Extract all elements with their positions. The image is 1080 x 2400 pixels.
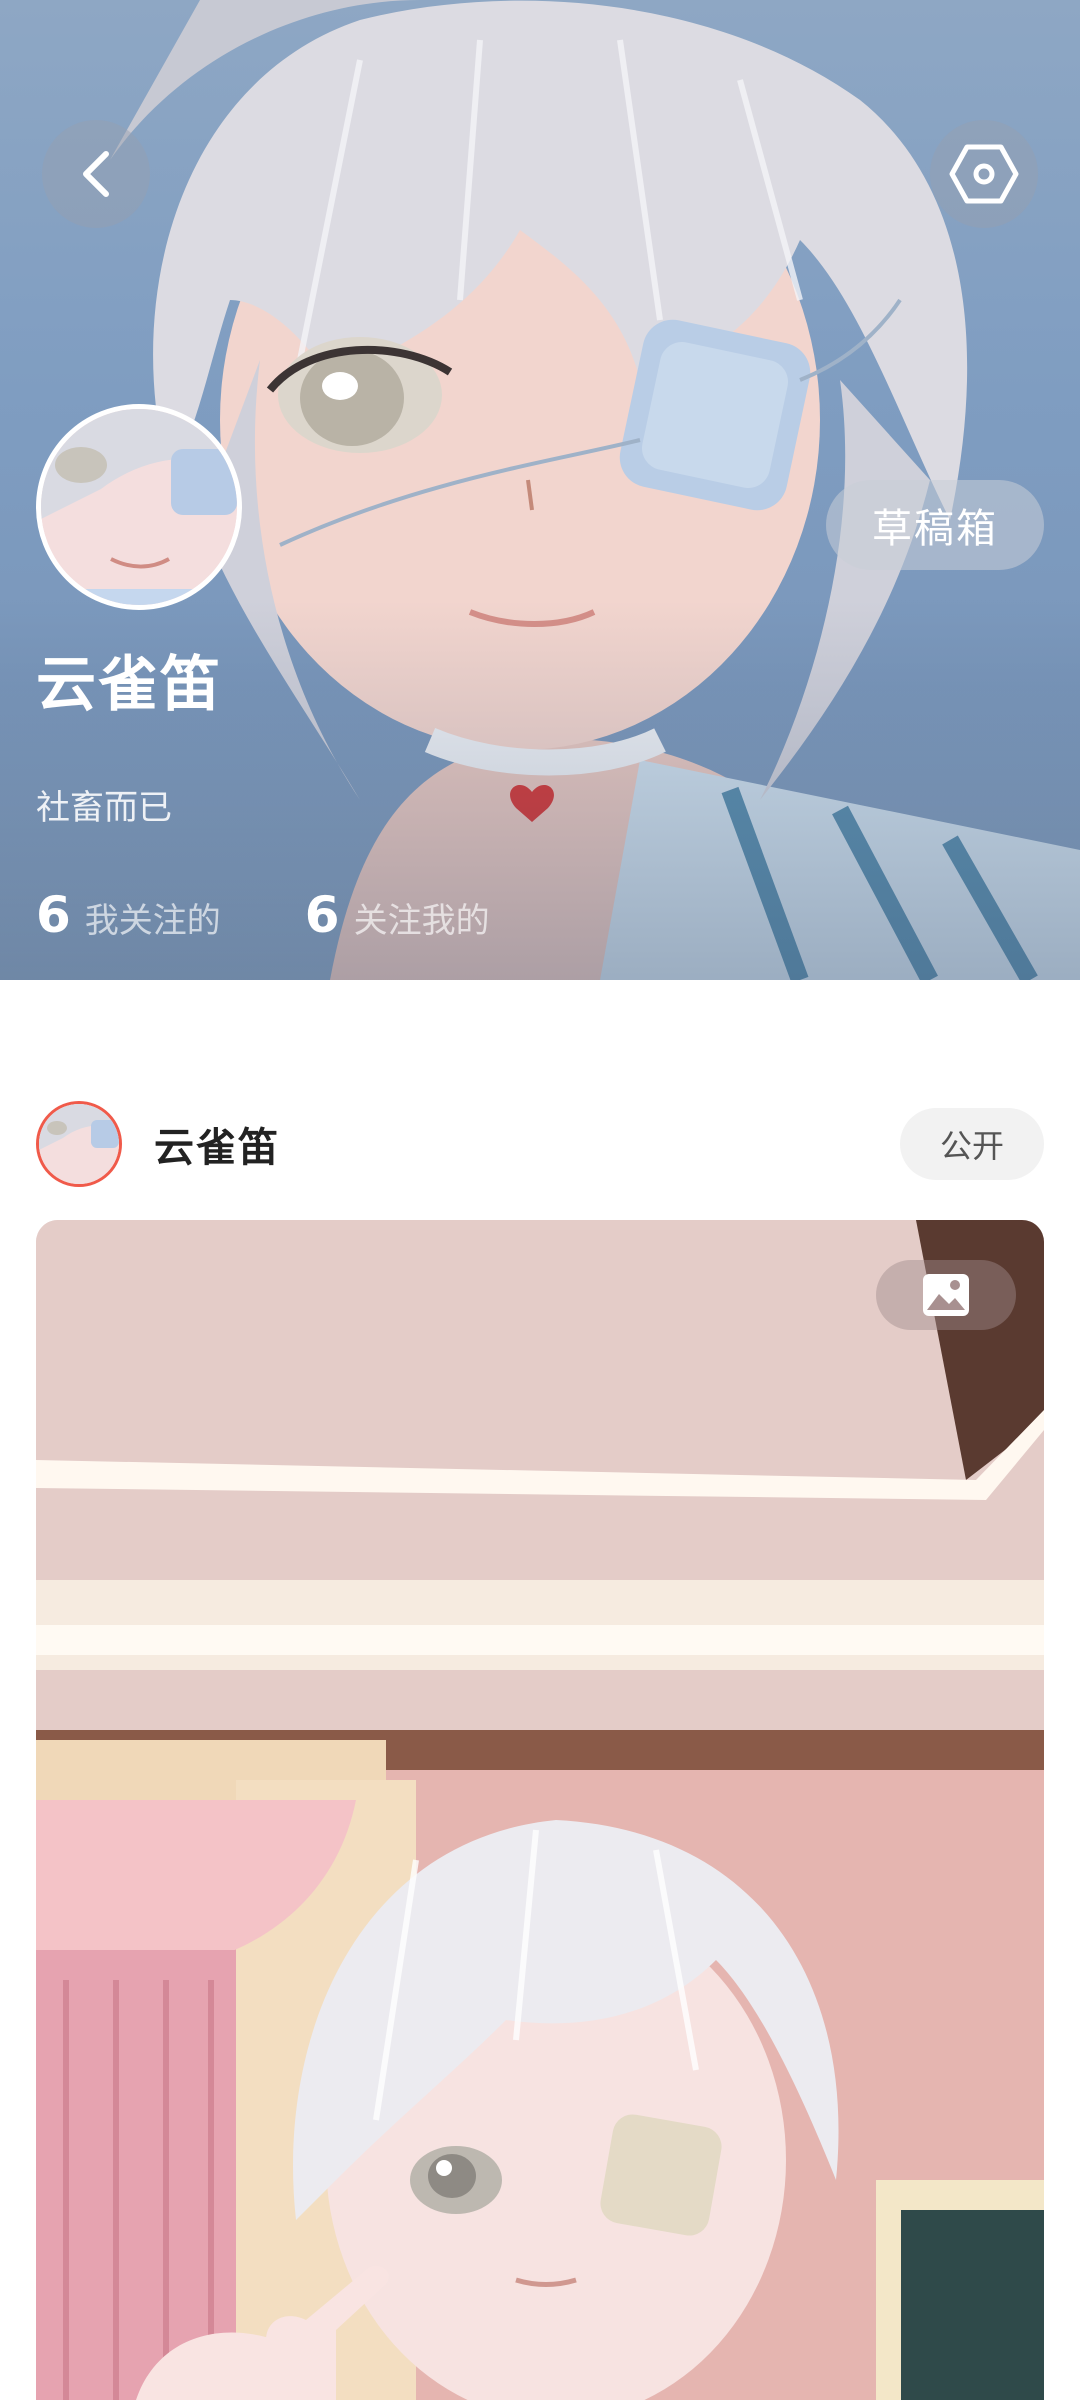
- following-stat[interactable]: 6 我关注的: [36, 886, 221, 944]
- following-count: 6: [36, 886, 71, 944]
- post-photo: [36, 1220, 1044, 2400]
- post-author-name[interactable]: 云雀笛: [154, 1115, 280, 1173]
- profile-bio: 社畜而已: [36, 788, 172, 828]
- hexagon-settings-icon: [949, 144, 1019, 204]
- media-type-badge: [876, 1260, 1016, 1330]
- settings-button[interactable]: [930, 120, 1038, 228]
- back-arrow-icon: [83, 151, 109, 197]
- profile-cover: 草稿箱 云雀笛 社畜而已 6 我关注的 6 关注我的: [0, 0, 1080, 980]
- draft-box-button[interactable]: 草稿箱: [826, 480, 1044, 570]
- post-author-avatar[interactable]: [36, 1101, 122, 1187]
- avatar-image: [39, 1104, 119, 1184]
- visibility-badge[interactable]: 公开: [900, 1108, 1044, 1180]
- post-image[interactable]: [36, 1220, 1044, 2400]
- followers-stat[interactable]: 6 关注我的: [305, 886, 490, 944]
- avatar-image: [41, 409, 237, 605]
- followers-count: 6: [304, 886, 340, 944]
- followers-label: 关注我的: [353, 901, 490, 941]
- following-label: 我关注的: [84, 901, 221, 941]
- follow-stats: 6 我关注的 6 关注我的: [36, 886, 574, 944]
- back-button[interactable]: [42, 120, 150, 228]
- post-header: 云雀笛 公开: [36, 1098, 1044, 1190]
- profile-username: 云雀笛: [36, 650, 222, 720]
- image-icon: [923, 1274, 969, 1316]
- profile-avatar[interactable]: [36, 404, 242, 610]
